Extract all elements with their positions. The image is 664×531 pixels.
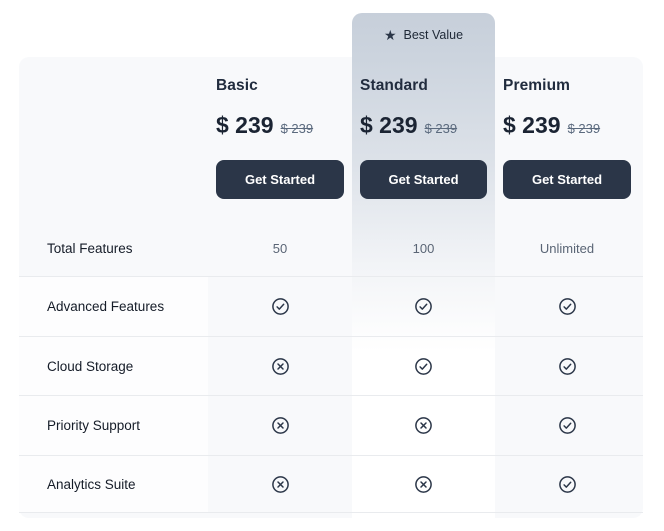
total-features-standard-value: 100 xyxy=(352,241,495,256)
feature-cell-premium xyxy=(495,337,639,395)
plan-price-line: $ 239 $ 239 xyxy=(360,112,457,139)
plan-price-line: $ 239 $ 239 xyxy=(216,112,313,139)
feature-cell-basic xyxy=(208,396,352,455)
check-circle-icon xyxy=(558,416,577,435)
feature-cell-standard xyxy=(352,456,495,512)
cross-circle-icon xyxy=(271,416,290,435)
plan-name: Basic xyxy=(216,77,258,95)
feature-row: Advanced Features xyxy=(19,276,643,336)
total-features-basic-value: 50 xyxy=(208,241,352,256)
pricing-page: ★ Best Value Basic $ 239 $ 239 Get Start… xyxy=(0,0,664,531)
feature-cell-basic xyxy=(208,337,352,395)
check-circle-icon xyxy=(558,297,577,316)
plan-old-price: $ 239 xyxy=(425,121,458,136)
cross-circle-icon xyxy=(271,475,290,494)
cross-circle-icon xyxy=(271,357,290,376)
feature-row: Cloud Storage xyxy=(19,336,643,395)
pricing-grid: Basic $ 239 $ 239 Get Started Standard $… xyxy=(19,57,643,518)
plan-price: $ 239 xyxy=(360,112,418,139)
plan-price-line: $ 239 $ 239 xyxy=(503,112,600,139)
plan-column-header-premium: Premium $ 239 $ 239 Get Started xyxy=(495,57,639,220)
check-circle-icon xyxy=(414,297,433,316)
plan-name: Premium xyxy=(503,77,570,95)
plan-old-price: $ 239 xyxy=(281,121,314,136)
get-started-button[interactable]: Get Started xyxy=(360,160,487,199)
cross-circle-icon xyxy=(414,475,433,494)
total-features-premium-value: Unlimited xyxy=(495,241,639,256)
check-circle-icon xyxy=(271,297,290,316)
total-features-row: Total Features 50 100 Unlimited xyxy=(19,220,643,276)
plan-price: $ 239 xyxy=(503,112,561,139)
plan-name: Standard xyxy=(360,77,428,95)
feature-cell-basic xyxy=(208,277,352,336)
best-value-label: Best Value xyxy=(404,28,464,42)
feature-label: Advanced Features xyxy=(19,277,208,336)
feature-cell-basic xyxy=(208,456,352,512)
feature-cell-premium xyxy=(495,277,639,336)
cross-circle-icon xyxy=(414,416,433,435)
plan-old-price: $ 239 xyxy=(568,121,601,136)
feature-cell-premium xyxy=(495,396,639,455)
star-icon: ★ xyxy=(384,28,397,42)
pricing-card: ★ Best Value Basic $ 239 $ 239 Get Start… xyxy=(19,57,643,518)
feature-label: Priority Support xyxy=(19,396,208,455)
feature-cell-standard xyxy=(352,277,495,336)
feature-cell-standard xyxy=(352,337,495,395)
best-value-badge: ★ Best Value xyxy=(352,13,495,57)
check-circle-icon xyxy=(558,357,577,376)
feature-row: Analytics Suite xyxy=(19,455,643,513)
get-started-button[interactable]: Get Started xyxy=(503,160,631,199)
feature-cell-premium xyxy=(495,456,639,512)
feature-label: Total Features xyxy=(19,241,208,256)
plan-price: $ 239 xyxy=(216,112,274,139)
feature-row: Priority Support xyxy=(19,395,643,455)
feature-label: Cloud Storage xyxy=(19,337,208,395)
plan-column-header-standard: Standard $ 239 $ 239 Get Started xyxy=(352,57,495,220)
plans-header-row: Basic $ 239 $ 239 Get Started Standard $… xyxy=(19,57,643,220)
check-circle-icon xyxy=(558,475,577,494)
plan-column-header-basic: Basic $ 239 $ 239 Get Started xyxy=(208,57,352,220)
feature-label: Analytics Suite xyxy=(19,456,208,512)
feature-cell-standard xyxy=(352,396,495,455)
get-started-button[interactable]: Get Started xyxy=(216,160,344,199)
check-circle-icon xyxy=(414,357,433,376)
header-label-spacer xyxy=(19,57,208,220)
